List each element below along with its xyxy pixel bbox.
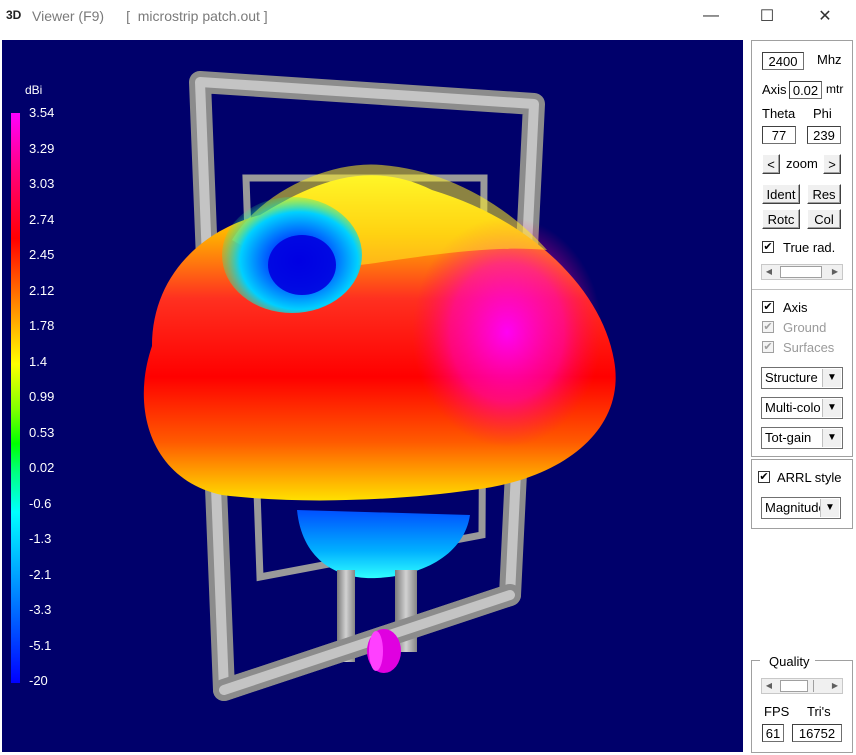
close-button[interactable]: ✕: [797, 0, 853, 32]
colorbar-scale: [11, 113, 20, 683]
slider-left-arrow-icon: ◀: [765, 681, 773, 690]
zoom-label: zoom: [786, 156, 818, 171]
arrl-panel: ✔ ARRL style Magnitude ▼: [751, 459, 853, 529]
arrl-style-checkbox[interactable]: ✔: [758, 471, 770, 483]
quality-slider[interactable]: ◀ ▶: [761, 678, 843, 694]
surfaces-checkbox-label: Surfaces: [783, 340, 835, 355]
axis-checkbox[interactable]: ✔: [762, 301, 774, 313]
chevron-down-icon: ▼: [822, 369, 841, 387]
true-rad-checkbox[interactable]: ✔: [762, 241, 774, 253]
control-panel: 2400 Mhz Axis 0.02 mtr Theta Phi 77 239 …: [751, 40, 853, 457]
slider-right-arrow-icon: ▶: [831, 267, 839, 276]
axis-length-label: Axis: [762, 82, 787, 97]
surfaces-checkbox: ✔: [762, 341, 774, 353]
zoom-out-button[interactable]: <: [762, 154, 780, 174]
true-rad-slider[interactable]: ◀ ▶: [761, 264, 843, 280]
true-rad-label: True rad.: [783, 240, 836, 255]
zoom-in-button[interactable]: >: [823, 154, 841, 174]
slider-thumb[interactable]: [780, 680, 808, 692]
quality-border-left: [752, 660, 760, 661]
res-button[interactable]: Res: [807, 184, 841, 204]
phi-field[interactable]: 239: [807, 126, 841, 144]
slider-thumb[interactable]: [780, 266, 822, 278]
color-mode-select-value: Multi-colo: [765, 400, 821, 415]
colorbar-tick-label: -20: [29, 673, 48, 688]
colorbar-unit: dBi: [25, 83, 43, 97]
tris-value: 16752: [792, 724, 842, 742]
colorbar-tick-label: 3.54: [29, 105, 55, 120]
arrl-style-label: ARRL style: [777, 470, 842, 485]
lobe-null-center: [268, 235, 336, 295]
quality-border-right: [815, 660, 852, 661]
chevron-down-icon: ▼: [822, 429, 841, 447]
rotc-button[interactable]: Rotc: [762, 209, 800, 229]
fps-value: 61: [762, 724, 784, 742]
theta-label: Theta: [762, 106, 796, 121]
magnitude-select[interactable]: Magnitude ▼: [761, 497, 841, 519]
window-file-name: [ microstrip patch.out ]: [126, 8, 268, 24]
maximize-icon: ☐: [759, 8, 775, 25]
fps-label: FPS: [764, 704, 790, 719]
colorbar-tick-label: 2.45: [29, 247, 55, 262]
colorbar-tick-label: 0.99: [29, 389, 55, 404]
frequency-unit: Mhz: [817, 52, 842, 67]
colorbar-tick-label: -3.3: [29, 602, 52, 617]
colorbar-tick-label: -2.1: [29, 566, 52, 582]
colorbar-tick-label: 1.78: [29, 318, 55, 333]
axis-length-unit: mtr: [826, 82, 844, 96]
structure-select-value: Structure: [765, 370, 818, 385]
window-title-text: Viewer (F9): [32, 8, 105, 24]
3d-viewport[interactable]: dBi 3.54 3.29 3.03 2.74 2.45 2.12 1.78 1.4 0.99 0…: [2, 40, 743, 752]
app-icon: 3D: [6, 8, 22, 22]
colorbar-tick-label: 2.74: [29, 211, 55, 227]
quality-panel: Quality ◀ ▶ FPS Tri's 61 16752: [751, 654, 853, 753]
title-bar: 3D Viewer (F9) [ microstrip patch.out ] —…: [0, 0, 856, 32]
close-icon: ✕: [818, 8, 832, 25]
tris-label: Tri's: [807, 704, 831, 719]
theta-field[interactable]: 77: [762, 126, 796, 144]
ground-checkbox: ✔: [762, 321, 774, 333]
col-button[interactable]: Col: [807, 209, 841, 229]
colorbar-tick-label: 3.03: [29, 176, 55, 191]
colorbar-tick-label: 2.12: [29, 282, 55, 298]
axis-checkbox-label: Axis: [783, 300, 808, 315]
color-mode-select[interactable]: Multi-colo ▼: [761, 397, 843, 419]
radiation-pattern-render[interactable]: [2, 40, 743, 752]
colorbar-tick-label: 0.02: [29, 460, 55, 475]
panel-divider: [752, 289, 852, 290]
maximize-button[interactable]: ☐: [739, 0, 795, 32]
colorbar-tick-label: 1.4: [29, 353, 48, 369]
ground-checkbox-label: Ground: [783, 320, 827, 335]
chevron-down-icon: ▼: [820, 499, 839, 517]
minimize-button[interactable]: —: [683, 0, 739, 32]
slider-left-arrow-icon: ◀: [765, 267, 773, 276]
colorbar-tick-label: -1.3: [29, 531, 52, 546]
axis-length-field[interactable]: 0.02: [789, 81, 822, 99]
chevron-down-icon: ▼: [822, 399, 841, 417]
ident-button[interactable]: Ident: [762, 184, 800, 204]
slider-divider: [813, 680, 828, 692]
quality-label: Quality: [769, 654, 810, 669]
gain-type-select-value: Tot-gain: [765, 430, 812, 445]
window-title: Viewer (F9) [ microstrip patch.out ]: [32, 8, 268, 24]
feed-point: [367, 629, 401, 673]
structure-select[interactable]: Structure ▼: [761, 367, 843, 389]
minimize-icon: —: [703, 7, 719, 24]
gain-type-select[interactable]: Tot-gain ▼: [761, 427, 843, 449]
frequency-field[interactable]: 2400: [762, 52, 804, 70]
phi-label: Phi: [813, 106, 832, 121]
magnitude-select-value: Magnitude: [765, 500, 825, 515]
colorbar-tick-label: -0.6: [29, 495, 52, 511]
colorbar-tick-label: 0.53: [29, 424, 55, 440]
colorbar-tick-label: -5.1: [29, 637, 52, 653]
colorbar-tick-label: 3.29: [29, 140, 55, 156]
slider-right-arrow-icon: ▶: [831, 681, 839, 690]
